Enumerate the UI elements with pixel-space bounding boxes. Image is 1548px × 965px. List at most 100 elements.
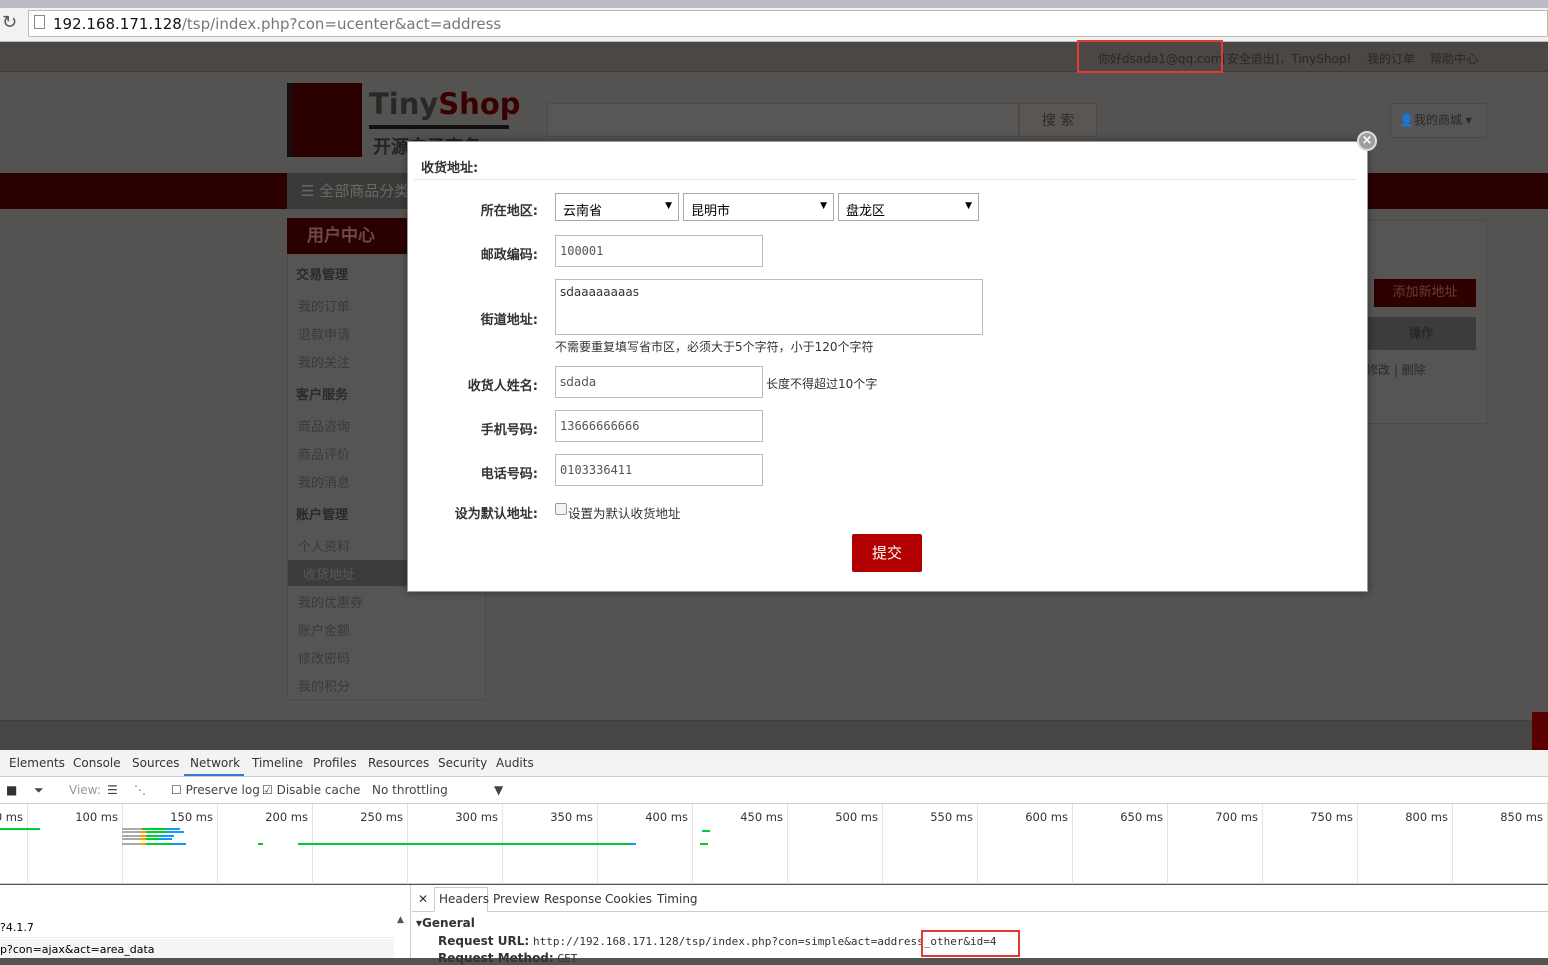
phone-input[interactable]: 0103336411: [555, 454, 763, 486]
page-icon: [34, 15, 45, 29]
district-select[interactable]: 盘龙区 ▼: [838, 193, 979, 221]
timing-bar: [298, 843, 636, 845]
sidebar-group: 账户管理: [296, 508, 349, 523]
zip-input[interactable]: 100001: [555, 235, 763, 267]
tab-headers[interactable]: Headers: [439, 892, 489, 906]
sidebar-item-selected[interactable]: 收货地址: [303, 564, 355, 583]
tab-timing[interactable]: Timing: [657, 892, 698, 906]
disable-cache-checkbox[interactable]: ☑ Disable cache: [262, 783, 360, 797]
sidebar-item[interactable]: 退款申请: [298, 324, 350, 343]
tab-preview[interactable]: Preview: [493, 892, 540, 906]
tab-profiles[interactable]: Profiles: [313, 756, 357, 770]
all-categories-button[interactable]: ☰ 全部商品分类: [287, 173, 412, 209]
timeline-tick-label: 100 ms: [75, 810, 118, 824]
search-button[interactable]: 搜 索: [1019, 103, 1097, 137]
operations-header: 操作: [1366, 317, 1476, 350]
record-icon[interactable]: ■: [6, 783, 17, 797]
close-icon[interactable]: ×: [1357, 131, 1377, 151]
request-name: ?4.1.7: [0, 921, 34, 934]
timing-bar: [700, 843, 708, 845]
submit-button[interactable]: 提交: [852, 534, 922, 572]
timeline-gridline: [1357, 804, 1358, 884]
timeline-gridline: [977, 804, 978, 884]
tab-elements[interactable]: Elements: [9, 756, 65, 770]
street-textarea[interactable]: sdaaaaaaaas: [555, 279, 983, 335]
timeline-tick-label: 700 ms: [1215, 810, 1258, 824]
close-detail-icon[interactable]: ✕: [418, 892, 428, 906]
edit-delete-links[interactable]: 修改 | 删除: [1366, 361, 1426, 378]
region-label: 所在地区:: [480, 204, 538, 219]
scroll-up-icon[interactable]: ▲: [397, 915, 404, 925]
timeline-tick-label: 800 ms: [1405, 810, 1448, 824]
search-input[interactable]: [547, 103, 1019, 137]
request-row[interactable]: p?con=ajax&act=area_data: [0, 939, 394, 958]
browser-tab-strip: [0, 0, 1548, 8]
timeline-tick-label: 400 ms: [645, 810, 688, 824]
throttling-value: No throttling: [372, 783, 448, 797]
highlight-box: [1077, 40, 1223, 73]
my-mall-button[interactable]: 👤我的商城 ▾: [1390, 103, 1487, 138]
sidebar-item[interactable]: 商品评价: [298, 444, 350, 463]
request-url-row: Request URL: http://192.168.171.128/tsp/…: [438, 934, 997, 948]
tab-network[interactable]: Network: [190, 756, 240, 770]
chevron-down-icon: ▼: [820, 201, 827, 211]
mobile-label: 手机号码:: [480, 423, 538, 438]
timeline-tick-label: 750 ms: [1310, 810, 1353, 824]
logout-link[interactable]: [安全退出]，TinyShop!: [1222, 50, 1351, 67]
province-select[interactable]: 云南省 ▼: [555, 193, 679, 221]
throttling-select[interactable]: No throttling ▼: [372, 783, 503, 797]
logo-text: TinyShop: [369, 87, 521, 121]
sidebar-group: 交易管理: [296, 268, 349, 283]
preserve-log-label: Preserve log: [185, 783, 260, 797]
tab-response[interactable]: Response: [544, 892, 602, 906]
tab-resources[interactable]: Resources: [368, 756, 429, 770]
sidebar-item[interactable]: 修改密码: [298, 648, 350, 667]
preserve-log-checkbox[interactable]: ☐ Preserve log: [171, 783, 260, 797]
sidebar-item[interactable]: 账户金额: [298, 620, 350, 639]
sidebar-item[interactable]: 我的关注: [298, 352, 350, 371]
timeline-tick-label: 650 ms: [1120, 810, 1163, 824]
tab-sources[interactable]: Sources: [132, 756, 179, 770]
tab-cookies[interactable]: Cookies: [605, 892, 652, 906]
general-section[interactable]: ▾General: [416, 916, 475, 930]
back-to-top[interactable]: [1532, 712, 1548, 750]
waterfall-view-icon[interactable]: ⋱: [134, 783, 146, 797]
request-row[interactable]: ?4.1.7: [0, 916, 394, 938]
logo-accent: Shop: [438, 87, 521, 121]
list-view-icon[interactable]: ☰: [107, 783, 118, 797]
filter-icon[interactable]: ⏷: [34, 783, 44, 798]
url-input[interactable]: 192.168.171.128/tsp/index.php?con=ucente…: [28, 10, 1548, 37]
default-checkbox-label[interactable]: 设置为默认收货地址: [568, 503, 681, 522]
url-host: 192.168.171.128: [53, 15, 182, 33]
request-method-label: Request Method:: [438, 951, 554, 965]
tab-security[interactable]: Security: [438, 756, 487, 770]
mobile-input[interactable]: 13666666666: [555, 410, 763, 442]
highlight-box: [921, 930, 1020, 957]
sidebar-item[interactable]: 我的订单: [298, 296, 350, 315]
reload-icon[interactable]: ↻: [2, 12, 17, 33]
phone-label: 电话号码:: [480, 467, 538, 482]
sidebar-item[interactable]: 我的积分: [298, 676, 350, 695]
timeline-gridline: [1072, 804, 1073, 884]
default-checkbox[interactable]: [555, 503, 567, 515]
add-address-button[interactable]: 添加新地址: [1374, 279, 1476, 307]
sidebar-title: 用户中心: [287, 218, 412, 254]
sidebar-item[interactable]: 我的优惠券: [298, 592, 363, 611]
timing-bar: [122, 831, 184, 833]
help-link[interactable]: 帮助中心: [1430, 50, 1478, 67]
tab-timeline[interactable]: Timeline: [252, 756, 303, 770]
name-input[interactable]: sdada: [555, 366, 763, 398]
my-orders-link[interactable]: 我的订单: [1367, 50, 1415, 67]
name-hint: 长度不得超过10个字: [766, 377, 878, 391]
request-name: p?con=ajax&act=area_data: [0, 943, 155, 956]
view-label: View:: [69, 783, 101, 797]
city-select[interactable]: 昆明市 ▼: [683, 193, 834, 221]
tab-console[interactable]: Console: [73, 756, 121, 770]
chevron-down-icon: ▼: [665, 201, 672, 211]
timing-bar: [0, 828, 40, 830]
sidebar-item[interactable]: 我的消息: [298, 472, 350, 491]
tab-audits[interactable]: Audits: [496, 756, 534, 770]
chevron-down-icon: ▼: [494, 783, 504, 797]
sidebar-item[interactable]: 个人资料: [298, 536, 350, 555]
sidebar-item[interactable]: 商品咨询: [298, 416, 350, 435]
